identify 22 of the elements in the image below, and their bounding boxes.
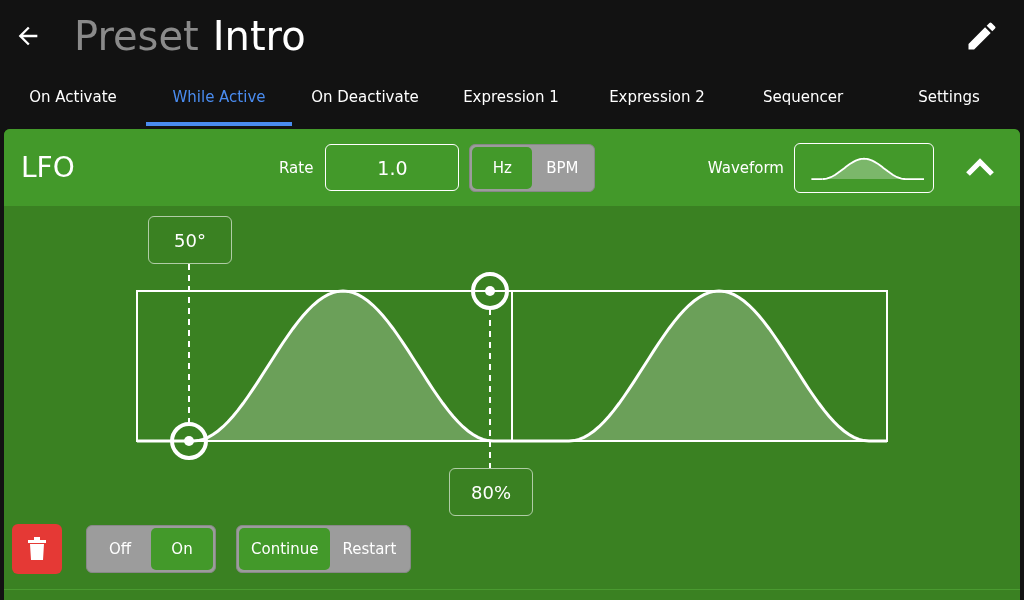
phase-handle[interactable] (170, 263, 208, 460)
power-option[interactable]: On (151, 528, 213, 570)
preset-title: Intro (212, 13, 306, 59)
tab[interactable]: Sequencer (730, 72, 876, 126)
tab[interactable]: Expression 2 (584, 72, 730, 126)
rate-field[interactable]: 1.0 (325, 144, 460, 191)
title-prefix: Preset (74, 13, 199, 59)
phase-value: 50° (148, 216, 232, 264)
delete-button[interactable] (12, 524, 62, 574)
trash-icon (27, 536, 47, 562)
tab[interactable]: Settings (876, 72, 1022, 126)
tab[interactable]: On Activate (0, 72, 146, 126)
depth-value: 80% (449, 468, 533, 516)
tab[interactable]: Expression 1 (438, 72, 584, 126)
depth-handle[interactable] (471, 272, 509, 469)
mode-option[interactable]: Continue (239, 528, 331, 570)
waveform-button[interactable] (794, 142, 934, 193)
tab[interactable]: On Deactivate (292, 72, 438, 126)
waveform-label: Waveform (707, 158, 784, 177)
lfo-title: LFO (21, 151, 76, 184)
unit-option[interactable]: Hz (472, 146, 533, 189)
rate-label: Rate (279, 158, 314, 177)
